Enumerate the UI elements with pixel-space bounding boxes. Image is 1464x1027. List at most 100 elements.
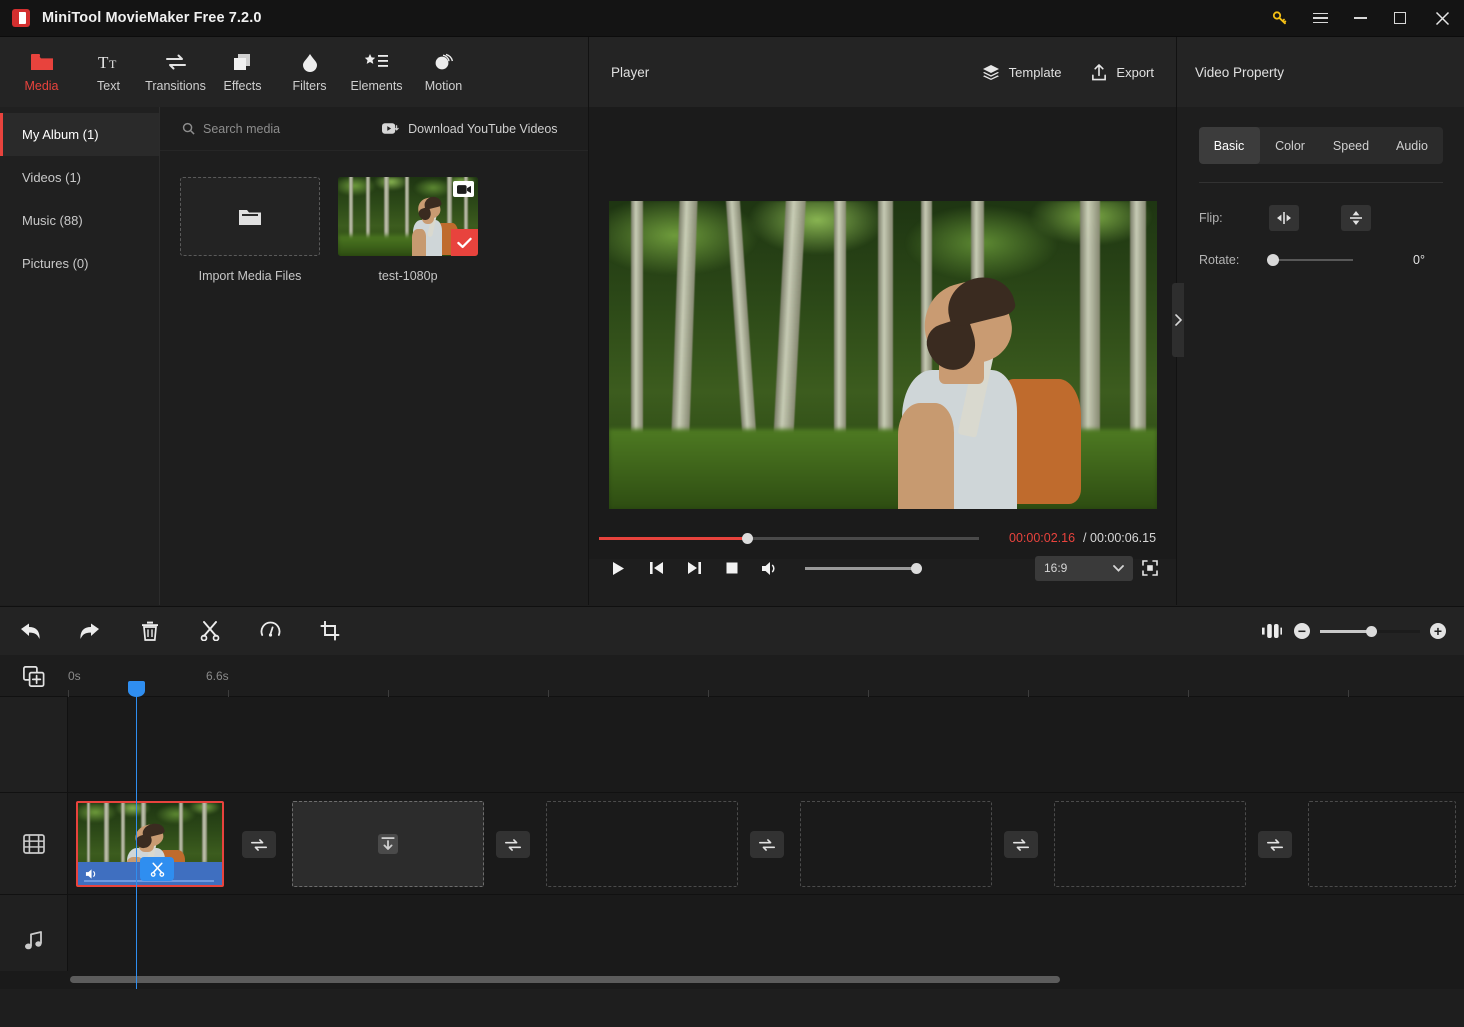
tab-audio[interactable]: Audio bbox=[1382, 127, 1443, 164]
video-clip[interactable] bbox=[76, 801, 224, 887]
zoom-out-label: − bbox=[1297, 623, 1307, 639]
key-icon[interactable] bbox=[1260, 0, 1300, 37]
timeline-ruler: 0s 6.6s bbox=[0, 655, 1464, 697]
rotate-slider[interactable] bbox=[1267, 254, 1353, 266]
tab-speed[interactable]: Speed bbox=[1321, 127, 1382, 164]
delete-button[interactable] bbox=[120, 607, 180, 656]
media-thumbnail[interactable] bbox=[338, 177, 478, 256]
import-media-cell[interactable]: Import Media Files bbox=[180, 177, 320, 283]
import-media-tile[interactable] bbox=[180, 177, 320, 256]
previous-frame-button[interactable] bbox=[637, 553, 675, 583]
drop-media-icon bbox=[377, 833, 399, 855]
fullscreen-button[interactable] bbox=[1133, 553, 1167, 583]
aspect-ratio-select[interactable]: 16:9 bbox=[1035, 555, 1133, 581]
tab-basic[interactable]: Basic bbox=[1198, 127, 1260, 164]
track-header-video[interactable] bbox=[0, 793, 68, 894]
speed-button[interactable] bbox=[240, 607, 300, 656]
transition-slot-button[interactable] bbox=[1258, 831, 1292, 858]
stop-button[interactable] bbox=[713, 553, 751, 583]
export-button[interactable]: Export bbox=[1091, 63, 1154, 81]
app-title: MiniTool MovieMaker Free 7.2.0 bbox=[42, 10, 262, 26]
volume-slider[interactable] bbox=[805, 562, 922, 574]
ribbon-tab-elements[interactable]: Elements bbox=[343, 41, 410, 103]
transition-slot-button[interactable] bbox=[496, 831, 530, 858]
crop-button[interactable] bbox=[300, 607, 360, 656]
album-item-pictures[interactable]: Pictures (0) bbox=[0, 242, 159, 285]
next-frame-button[interactable] bbox=[675, 553, 713, 583]
seek-handle[interactable] bbox=[742, 532, 753, 544]
media-selected-badge[interactable] bbox=[451, 229, 478, 256]
album-label: Music (88) bbox=[22, 213, 83, 228]
search-icon bbox=[182, 122, 195, 135]
empty-clip-slot[interactable] bbox=[800, 801, 992, 887]
album-item-music[interactable]: Music (88) bbox=[0, 199, 159, 242]
redo-button[interactable] bbox=[60, 607, 120, 656]
volume-icon[interactable] bbox=[751, 553, 789, 583]
ruler-marks[interactable]: 0s 6.6s bbox=[68, 655, 1464, 697]
empty-clip-slot[interactable] bbox=[546, 801, 738, 887]
media-item-label: test-1080p bbox=[378, 269, 438, 283]
volume-handle[interactable] bbox=[911, 562, 922, 574]
clip-split-button[interactable] bbox=[140, 857, 174, 881]
zoom-out-button[interactable]: − bbox=[1294, 623, 1310, 639]
menu-icon[interactable] bbox=[1300, 0, 1340, 37]
flip-horizontal-button[interactable] bbox=[1269, 205, 1299, 231]
ribbon-tab-text[interactable]: TT Text bbox=[75, 41, 142, 103]
minimize-button[interactable] bbox=[1340, 0, 1380, 37]
window-controls bbox=[1260, 0, 1464, 37]
empty-clip-slot[interactable] bbox=[1308, 801, 1456, 887]
play-button[interactable] bbox=[599, 553, 637, 583]
add-track-button[interactable] bbox=[0, 655, 68, 697]
timeline-scrollbar[interactable] bbox=[0, 971, 1464, 989]
close-button[interactable] bbox=[1420, 0, 1464, 37]
rotate-row: Rotate: 0° bbox=[1177, 253, 1464, 267]
template-label: Template bbox=[1008, 64, 1062, 80]
search-input[interactable]: Search media bbox=[182, 122, 280, 136]
playhead-line bbox=[136, 697, 137, 989]
transition-slot-button[interactable] bbox=[1004, 831, 1038, 858]
template-button[interactable]: Template bbox=[982, 64, 1062, 80]
split-button[interactable] bbox=[180, 607, 240, 656]
scrollbar-thumb[interactable] bbox=[70, 976, 1060, 983]
search-placeholder: Search media bbox=[203, 121, 281, 136]
total-time-value: 00:00:06.15 bbox=[1090, 531, 1157, 545]
empty-clip-slot[interactable] bbox=[292, 801, 484, 887]
tab-color[interactable]: Color bbox=[1260, 127, 1321, 164]
zoom-handle[interactable] bbox=[1366, 625, 1377, 637]
player-header: Player Template Export bbox=[589, 37, 1176, 107]
ribbon-tab-filters[interactable]: Filters bbox=[276, 41, 343, 103]
zoom-progress bbox=[1320, 629, 1372, 633]
rotate-handle[interactable] bbox=[1267, 254, 1279, 266]
ribbon-tab-transitions[interactable]: Transitions bbox=[142, 41, 209, 103]
effects-icon bbox=[231, 51, 255, 73]
panel-collapse-handle[interactable] bbox=[1172, 283, 1184, 357]
album-item-videos[interactable]: Videos (1) bbox=[0, 156, 159, 199]
transition-slot-button[interactable] bbox=[750, 831, 784, 858]
media-item[interactable]: test-1080p bbox=[338, 177, 478, 283]
fit-to-window-icon[interactable] bbox=[1254, 607, 1290, 656]
title-bar: MiniTool MovieMaker Free 7.2.0 bbox=[0, 0, 1464, 37]
ribbon-tab-motion[interactable]: Motion bbox=[410, 41, 477, 103]
zoom-in-button[interactable]: + bbox=[1430, 623, 1446, 639]
album-label: My Album (1) bbox=[22, 127, 99, 142]
empty-clip-slot[interactable] bbox=[1054, 801, 1246, 887]
track-body-overlay[interactable] bbox=[68, 697, 1464, 792]
ribbon-tab-media[interactable]: Media bbox=[8, 41, 75, 103]
video-preview[interactable] bbox=[609, 201, 1157, 509]
maximize-button[interactable] bbox=[1380, 0, 1420, 37]
playhead-marker[interactable] bbox=[128, 681, 145, 697]
track-body-video[interactable] bbox=[68, 793, 1464, 894]
time-separator: / bbox=[1083, 531, 1087, 545]
transition-slot-button[interactable] bbox=[242, 831, 276, 858]
undo-button[interactable] bbox=[0, 607, 60, 656]
zoom-slider[interactable] bbox=[1320, 625, 1420, 637]
svg-text:T: T bbox=[98, 53, 109, 72]
flip-vertical-button[interactable] bbox=[1341, 205, 1371, 231]
download-youtube-button[interactable]: Download YouTube Videos bbox=[382, 122, 558, 136]
album-item-my-album[interactable]: My Album (1) bbox=[0, 113, 159, 156]
seek-slider[interactable] bbox=[599, 532, 979, 544]
youtube-download-icon bbox=[382, 122, 399, 135]
clip-volume-icon[interactable] bbox=[85, 868, 99, 880]
film-icon bbox=[22, 833, 45, 854]
ribbon-tab-effects[interactable]: Effects bbox=[209, 41, 276, 103]
